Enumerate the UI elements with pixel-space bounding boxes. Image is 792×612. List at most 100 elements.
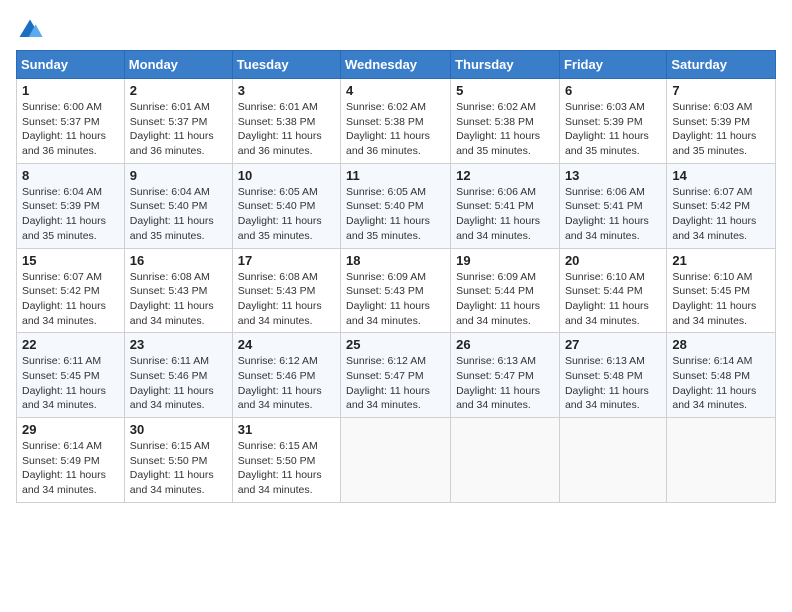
day-detail: Sunrise: 6:13 AM Sunset: 5:47 PM Dayligh…	[456, 354, 554, 413]
day-detail: Sunrise: 6:04 AM Sunset: 5:40 PM Dayligh…	[130, 185, 227, 244]
day-number: 20	[565, 253, 661, 268]
day-number: 17	[238, 253, 335, 268]
day-detail: Sunrise: 6:07 AM Sunset: 5:42 PM Dayligh…	[22, 270, 119, 329]
day-number: 1	[22, 83, 119, 98]
day-number: 16	[130, 253, 227, 268]
calendar-cell: 10 Sunrise: 6:05 AM Sunset: 5:40 PM Dayl…	[232, 163, 340, 248]
day-detail: Sunrise: 6:11 AM Sunset: 5:45 PM Dayligh…	[22, 354, 119, 413]
day-number: 23	[130, 337, 227, 352]
day-detail: Sunrise: 6:14 AM Sunset: 5:48 PM Dayligh…	[672, 354, 770, 413]
day-detail: Sunrise: 6:05 AM Sunset: 5:40 PM Dayligh…	[238, 185, 335, 244]
day-detail: Sunrise: 6:13 AM Sunset: 5:48 PM Dayligh…	[565, 354, 661, 413]
calendar-cell: 24 Sunrise: 6:12 AM Sunset: 5:46 PM Dayl…	[232, 333, 340, 418]
header-day-friday: Friday	[559, 51, 666, 79]
day-number: 15	[22, 253, 119, 268]
day-number: 7	[672, 83, 770, 98]
day-number: 29	[22, 422, 119, 437]
header	[16, 16, 776, 44]
day-detail: Sunrise: 6:02 AM Sunset: 5:38 PM Dayligh…	[456, 100, 554, 159]
day-detail: Sunrise: 6:15 AM Sunset: 5:50 PM Dayligh…	[238, 439, 335, 498]
calendar-cell: 13 Sunrise: 6:06 AM Sunset: 5:41 PM Dayl…	[559, 163, 666, 248]
day-detail: Sunrise: 6:00 AM Sunset: 5:37 PM Dayligh…	[22, 100, 119, 159]
calendar-cell: 30 Sunrise: 6:15 AM Sunset: 5:50 PM Dayl…	[124, 418, 232, 503]
day-detail: Sunrise: 6:08 AM Sunset: 5:43 PM Dayligh…	[238, 270, 335, 329]
day-number: 8	[22, 168, 119, 183]
day-detail: Sunrise: 6:15 AM Sunset: 5:50 PM Dayligh…	[130, 439, 227, 498]
header-day-monday: Monday	[124, 51, 232, 79]
day-detail: Sunrise: 6:06 AM Sunset: 5:41 PM Dayligh…	[565, 185, 661, 244]
day-number: 4	[346, 83, 445, 98]
day-number: 6	[565, 83, 661, 98]
header-day-sunday: Sunday	[17, 51, 125, 79]
calendar: SundayMondayTuesdayWednesdayThursdayFrid…	[16, 50, 776, 503]
header-day-saturday: Saturday	[667, 51, 776, 79]
day-detail: Sunrise: 6:12 AM Sunset: 5:46 PM Dayligh…	[238, 354, 335, 413]
calendar-week-5: 29 Sunrise: 6:14 AM Sunset: 5:49 PM Dayl…	[17, 418, 776, 503]
calendar-cell: 9 Sunrise: 6:04 AM Sunset: 5:40 PM Dayli…	[124, 163, 232, 248]
day-number: 31	[238, 422, 335, 437]
calendar-cell: 26 Sunrise: 6:13 AM Sunset: 5:47 PM Dayl…	[451, 333, 560, 418]
calendar-cell: 22 Sunrise: 6:11 AM Sunset: 5:45 PM Dayl…	[17, 333, 125, 418]
day-detail: Sunrise: 6:01 AM Sunset: 5:38 PM Dayligh…	[238, 100, 335, 159]
day-detail: Sunrise: 6:10 AM Sunset: 5:44 PM Dayligh…	[565, 270, 661, 329]
calendar-week-4: 22 Sunrise: 6:11 AM Sunset: 5:45 PM Dayl…	[17, 333, 776, 418]
calendar-cell: 17 Sunrise: 6:08 AM Sunset: 5:43 PM Dayl…	[232, 248, 340, 333]
calendar-cell: 29 Sunrise: 6:14 AM Sunset: 5:49 PM Dayl…	[17, 418, 125, 503]
day-number: 9	[130, 168, 227, 183]
calendar-cell: 15 Sunrise: 6:07 AM Sunset: 5:42 PM Dayl…	[17, 248, 125, 333]
calendar-cell: 31 Sunrise: 6:15 AM Sunset: 5:50 PM Dayl…	[232, 418, 340, 503]
day-number: 24	[238, 337, 335, 352]
calendar-cell: 19 Sunrise: 6:09 AM Sunset: 5:44 PM Dayl…	[451, 248, 560, 333]
calendar-header: SundayMondayTuesdayWednesdayThursdayFrid…	[17, 51, 776, 79]
day-number: 14	[672, 168, 770, 183]
day-number: 28	[672, 337, 770, 352]
calendar-cell: 6 Sunrise: 6:03 AM Sunset: 5:39 PM Dayli…	[559, 79, 666, 164]
calendar-body: 1 Sunrise: 6:00 AM Sunset: 5:37 PM Dayli…	[17, 79, 776, 503]
calendar-cell: 12 Sunrise: 6:06 AM Sunset: 5:41 PM Dayl…	[451, 163, 560, 248]
calendar-cell: 4 Sunrise: 6:02 AM Sunset: 5:38 PM Dayli…	[341, 79, 451, 164]
calendar-cell: 7 Sunrise: 6:03 AM Sunset: 5:39 PM Dayli…	[667, 79, 776, 164]
day-detail: Sunrise: 6:08 AM Sunset: 5:43 PM Dayligh…	[130, 270, 227, 329]
calendar-cell: 27 Sunrise: 6:13 AM Sunset: 5:48 PM Dayl…	[559, 333, 666, 418]
day-detail: Sunrise: 6:02 AM Sunset: 5:38 PM Dayligh…	[346, 100, 445, 159]
day-detail: Sunrise: 6:10 AM Sunset: 5:45 PM Dayligh…	[672, 270, 770, 329]
day-detail: Sunrise: 6:09 AM Sunset: 5:44 PM Dayligh…	[456, 270, 554, 329]
day-detail: Sunrise: 6:03 AM Sunset: 5:39 PM Dayligh…	[672, 100, 770, 159]
day-number: 26	[456, 337, 554, 352]
calendar-cell: 20 Sunrise: 6:10 AM Sunset: 5:44 PM Dayl…	[559, 248, 666, 333]
calendar-week-1: 1 Sunrise: 6:00 AM Sunset: 5:37 PM Dayli…	[17, 79, 776, 164]
calendar-cell: 16 Sunrise: 6:08 AM Sunset: 5:43 PM Dayl…	[124, 248, 232, 333]
day-detail: Sunrise: 6:06 AM Sunset: 5:41 PM Dayligh…	[456, 185, 554, 244]
day-detail: Sunrise: 6:11 AM Sunset: 5:46 PM Dayligh…	[130, 354, 227, 413]
day-number: 18	[346, 253, 445, 268]
day-detail: Sunrise: 6:07 AM Sunset: 5:42 PM Dayligh…	[672, 185, 770, 244]
calendar-cell	[559, 418, 666, 503]
day-number: 12	[456, 168, 554, 183]
calendar-cell: 23 Sunrise: 6:11 AM Sunset: 5:46 PM Dayl…	[124, 333, 232, 418]
day-detail: Sunrise: 6:14 AM Sunset: 5:49 PM Dayligh…	[22, 439, 119, 498]
calendar-cell: 8 Sunrise: 6:04 AM Sunset: 5:39 PM Dayli…	[17, 163, 125, 248]
day-number: 30	[130, 422, 227, 437]
day-number: 10	[238, 168, 335, 183]
calendar-cell: 28 Sunrise: 6:14 AM Sunset: 5:48 PM Dayl…	[667, 333, 776, 418]
calendar-cell: 3 Sunrise: 6:01 AM Sunset: 5:38 PM Dayli…	[232, 79, 340, 164]
day-detail: Sunrise: 6:04 AM Sunset: 5:39 PM Dayligh…	[22, 185, 119, 244]
calendar-cell	[451, 418, 560, 503]
day-number: 2	[130, 83, 227, 98]
logo	[16, 16, 48, 44]
day-detail: Sunrise: 6:03 AM Sunset: 5:39 PM Dayligh…	[565, 100, 661, 159]
day-detail: Sunrise: 6:01 AM Sunset: 5:37 PM Dayligh…	[130, 100, 227, 159]
day-number: 22	[22, 337, 119, 352]
calendar-cell: 5 Sunrise: 6:02 AM Sunset: 5:38 PM Dayli…	[451, 79, 560, 164]
day-number: 13	[565, 168, 661, 183]
day-number: 11	[346, 168, 445, 183]
day-number: 3	[238, 83, 335, 98]
header-row: SundayMondayTuesdayWednesdayThursdayFrid…	[17, 51, 776, 79]
calendar-cell	[341, 418, 451, 503]
calendar-week-3: 15 Sunrise: 6:07 AM Sunset: 5:42 PM Dayl…	[17, 248, 776, 333]
calendar-cell: 21 Sunrise: 6:10 AM Sunset: 5:45 PM Dayl…	[667, 248, 776, 333]
header-day-wednesday: Wednesday	[341, 51, 451, 79]
logo-icon	[16, 16, 44, 44]
day-number: 5	[456, 83, 554, 98]
calendar-cell	[667, 418, 776, 503]
